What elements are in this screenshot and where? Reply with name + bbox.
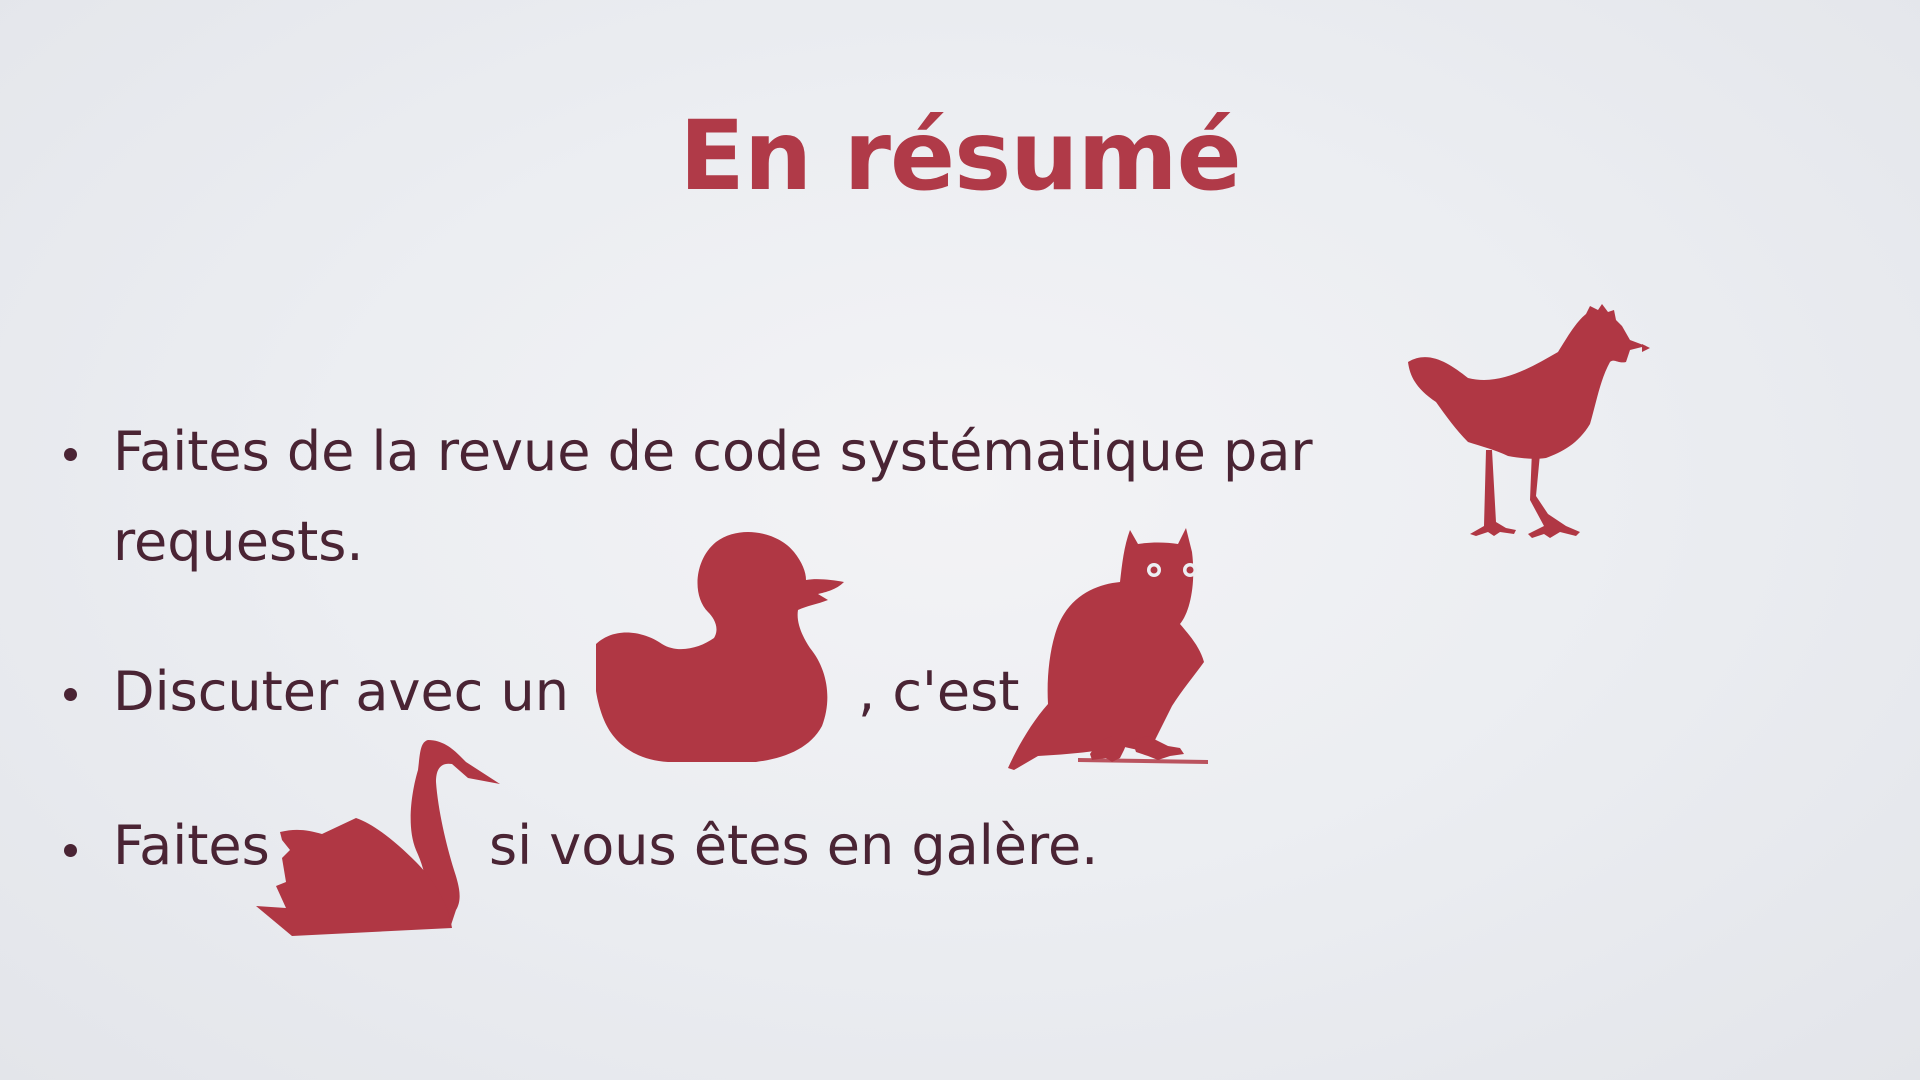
bullet-1-dot (64, 448, 77, 461)
chicken-icon (1408, 304, 1650, 538)
bullet-2-text-after: , c'est (858, 660, 1020, 723)
bullet-2-text-before: Discuter avec un (113, 660, 569, 723)
bullet-3-text-after: si vous êtes en galère. (489, 814, 1099, 877)
bullet-1-line-2: requests. (113, 510, 364, 573)
owl-icon (1008, 528, 1208, 770)
swan-icon (256, 740, 500, 936)
bullet-3-text-before: Faites (113, 814, 270, 877)
duck-icon (596, 531, 844, 762)
bullet-2-dot (64, 688, 77, 701)
slide-title: En résumé (679, 100, 1241, 212)
bullet-1-line-1: Faites de la revue de code systématique … (113, 420, 1313, 483)
slide: En résumé Faites de la revue de code sys… (0, 0, 1920, 1080)
bullet-3-dot (64, 844, 77, 857)
